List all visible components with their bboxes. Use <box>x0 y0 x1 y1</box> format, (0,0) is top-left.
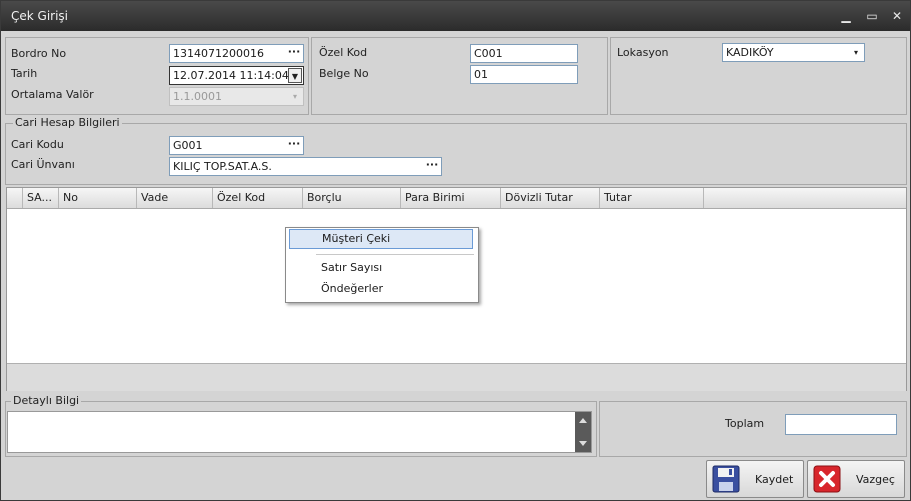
column-header-para-birimi[interactable]: Para Birimi <box>401 188 501 208</box>
lokasyon-value: KADIKÖY <box>726 46 774 59</box>
ellipsis-icon[interactable]: ··· <box>287 45 301 62</box>
bordro-no-label: Bordro No <box>11 47 67 60</box>
save-icon <box>712 465 740 493</box>
menu-separator <box>316 254 474 255</box>
grid-row-indicator-header <box>7 188 23 208</box>
menu-item-satir-sayisi[interactable]: Satır Sayısı <box>289 258 473 278</box>
bordro-no-field[interactable]: 1314071200016 ··· <box>169 44 304 63</box>
tarih-value: 12.07.2014 11:14:04 <box>173 69 289 82</box>
dropdown-icon: ▾ <box>292 92 297 101</box>
minimize-icon[interactable]: ▁ <box>837 7 855 25</box>
maximize-icon[interactable]: ▭ <box>863 7 881 25</box>
ozel-kod-value: C001 <box>474 47 503 60</box>
grid-footer <box>7 363 906 391</box>
kaydet-label: Kaydet <box>755 473 794 486</box>
column-header-vade[interactable]: Vade <box>137 188 213 208</box>
column-header-no[interactable]: No <box>59 188 137 208</box>
bordro-no-value: 1314071200016 <box>173 47 264 60</box>
cari-unvani-value: KILIÇ TOP.SAT.A.S. <box>173 160 272 173</box>
cari-unvani-label: Cari Ünvanı <box>11 158 75 171</box>
menu-item-ondegerler[interactable]: Öndeğerler <box>289 279 473 299</box>
toplam-label: Toplam <box>725 417 765 430</box>
column-header-tutar[interactable]: Tutar <box>600 188 704 208</box>
belge-no-value: 01 <box>474 68 488 81</box>
vazgec-button[interactable]: Vazgeç <box>807 460 905 498</box>
close-icon[interactable]: ✕ <box>888 7 906 25</box>
ellipsis-icon[interactable]: ··· <box>425 158 439 175</box>
tarih-field[interactable]: 12.07.2014 11:14:04 ▼ <box>169 66 304 85</box>
menu-item-musteri-ceki[interactable]: Müşteri Çeki <box>289 229 473 249</box>
belge-no-field[interactable]: 01 <box>470 65 578 84</box>
cari-hesap-group <box>5 123 907 185</box>
cari-kodu-value: G001 <box>173 139 203 152</box>
detayli-bilgi-legend: Detaylı Bilgi <box>11 394 82 407</box>
scroll-down-icon[interactable] <box>579 441 587 446</box>
dropdown-icon[interactable]: ▼ <box>288 68 302 83</box>
cari-kodu-label: Cari Kodu <box>11 138 64 151</box>
cari-unvani-field[interactable]: KILIÇ TOP.SAT.A.S. ··· <box>169 157 442 176</box>
context-menu: Müşteri Çeki Satır Sayısı Öndeğerler <box>285 227 479 303</box>
ozel-kod-label: Özel Kod <box>319 46 368 59</box>
kaydet-button[interactable]: Kaydet <box>706 460 804 498</box>
cari-hesap-legend: Cari Hesap Bilgileri <box>13 116 122 129</box>
grid-header: SA... No Vade Özel Kod Borçlu Para Birim… <box>7 188 906 209</box>
memo-scrollbar[interactable] <box>575 412 591 452</box>
ozel-kod-field[interactable]: C001 <box>470 44 578 63</box>
column-header-dovizli-tutar[interactable]: Dövizli Tutar <box>501 188 600 208</box>
belge-no-label: Belge No <box>319 67 369 80</box>
scroll-up-icon[interactable] <box>579 418 587 423</box>
ellipsis-icon[interactable]: ··· <box>287 137 301 154</box>
dropdown-icon[interactable]: ▾ <box>849 45 863 60</box>
column-header-borclu[interactable]: Borçlu <box>303 188 401 208</box>
column-header-ozel-kod[interactable]: Özel Kod <box>213 188 303 208</box>
ortalama-valor-value: 1.1.0001 <box>173 90 222 103</box>
title-bar[interactable]: Çek Girişi ▁ ▭ ✕ <box>1 1 910 31</box>
detayli-bilgi-memo[interactable] <box>7 411 592 453</box>
cari-kodu-field[interactable]: G001 ··· <box>169 136 304 155</box>
tarih-label: Tarih <box>11 67 38 80</box>
ortalama-valor-label: Ortalama Valör <box>11 88 94 101</box>
cek-girisi-window: Çek Girişi ▁ ▭ ✕ Bordro No 1314071200016… <box>0 0 911 501</box>
lokasyon-select[interactable]: KADIKÖY ▾ <box>722 43 865 62</box>
lokasyon-label: Lokasyon <box>617 46 669 59</box>
vazgec-label: Vazgeç <box>856 473 895 486</box>
window-title: Çek Girişi <box>11 9 69 23</box>
toplam-field[interactable] <box>785 414 897 435</box>
ortalama-valor-field: 1.1.0001 ▾ <box>169 87 304 106</box>
cancel-icon <box>813 465 841 493</box>
column-header-sa[interactable]: SA... <box>23 188 59 208</box>
